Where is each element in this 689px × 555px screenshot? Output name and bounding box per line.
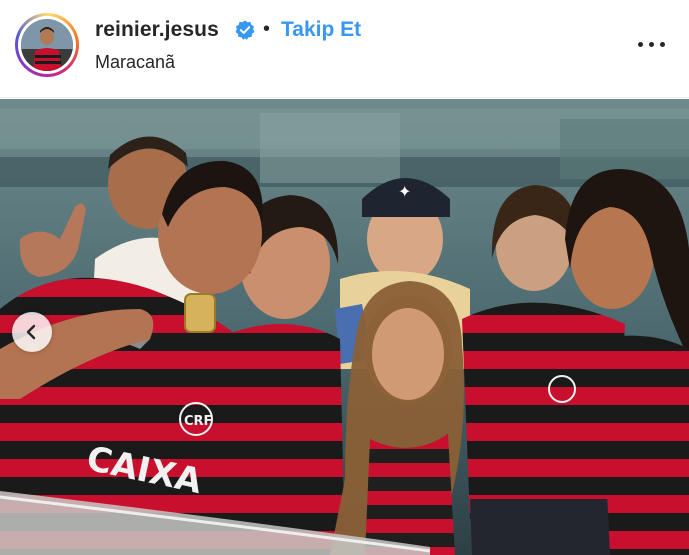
previous-photo-button[interactable] xyxy=(12,312,52,352)
more-options-icon[interactable] xyxy=(632,32,672,56)
username-link[interactable]: reinier.jesus xyxy=(95,18,219,42)
avatar[interactable] xyxy=(21,19,73,71)
follow-button[interactable]: Takip Et xyxy=(281,18,361,42)
chevron-left-icon xyxy=(26,324,36,340)
location-link[interactable]: Maracanã xyxy=(95,52,175,73)
avatar-story-ring[interactable] xyxy=(15,13,79,77)
separator-dot: • xyxy=(263,18,271,40)
svg-text:✦: ✦ xyxy=(398,182,411,201)
more-dot xyxy=(660,42,665,47)
more-dot xyxy=(649,42,654,47)
more-dot xyxy=(638,42,643,47)
avatar-frame xyxy=(18,16,76,74)
verified-badge-icon xyxy=(235,20,255,40)
svg-text:CRF: CRF xyxy=(184,414,212,429)
post-photo[interactable]: ✦ CAIXA CRF xyxy=(0,99,689,555)
post-header: reinier.jesus • Takip Et Maracanã xyxy=(0,0,689,98)
